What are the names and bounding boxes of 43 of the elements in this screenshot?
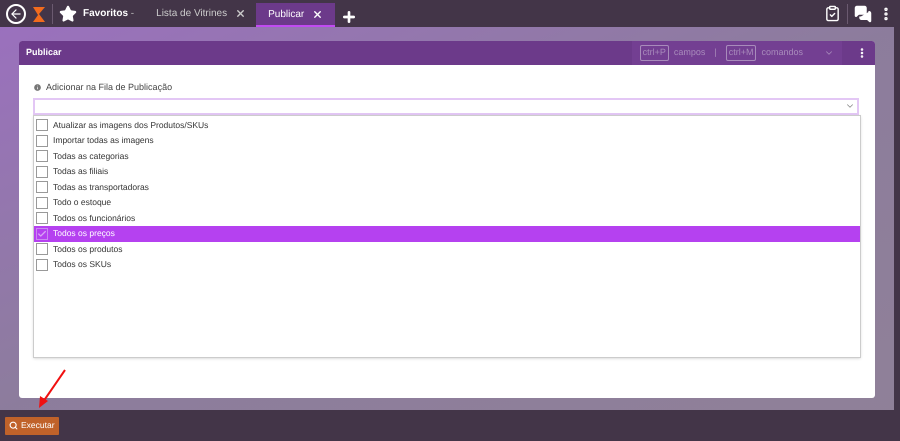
checkbox[interactable]	[36, 134, 48, 147]
shortcut-label: comandos	[761, 46, 803, 60]
close-icon[interactable]	[235, 8, 246, 19]
clipboard-icon[interactable]	[824, 5, 841, 22]
checkbox[interactable]	[36, 212, 48, 224]
checkbox[interactable]	[36, 228, 48, 240]
list-option[interactable]: Todos os preços	[34, 226, 860, 242]
checkbox[interactable]	[36, 166, 48, 178]
tab[interactable]: Lista de Vitrines	[146, 0, 256, 27]
add-tab-icon[interactable]	[341, 8, 358, 24]
list-option[interactable]: Importar todas as imagens	[34, 133, 860, 148]
checkbox[interactable]	[36, 258, 48, 271]
list-option[interactable]: Todos os funcionários	[34, 210, 860, 226]
checkbox[interactable]	[36, 243, 48, 256]
logo-icon[interactable]	[32, 4, 46, 22]
field-label: Adicionar na Fila de Publicação	[46, 81, 172, 94]
list-option[interactable]: Todo o estoque	[34, 195, 860, 210]
list-option[interactable]: Todos os produtos	[34, 242, 860, 257]
favorites-menu[interactable]: Favoritos -	[83, 6, 134, 21]
shortcut-label: campos	[674, 46, 706, 60]
tab[interactable]: Publicar	[256, 3, 336, 27]
star-icon[interactable]	[59, 4, 77, 22]
select-field[interactable]	[33, 98, 859, 114]
info-icon	[33, 83, 42, 92]
shortcut-key: ctrl+M	[726, 45, 756, 61]
list-option[interactable]: Atualizar as imagens dos Produtos/SKUs	[34, 118, 860, 133]
list-option[interactable]: Todas as transportadoras	[34, 180, 860, 195]
search-icon	[9, 421, 18, 430]
list-option[interactable]: Todos os SKUs	[34, 257, 860, 272]
checkbox[interactable]	[36, 181, 48, 194]
arrow-icon	[37, 368, 67, 410]
checkbox[interactable]	[36, 150, 48, 162]
chat-icon[interactable]	[854, 4, 872, 22]
close-icon[interactable]	[312, 8, 324, 20]
shortcut-key: ctrl+P	[640, 45, 669, 61]
panel-title: Publicar	[26, 46, 62, 60]
list-option[interactable]: Todas as categorias	[34, 148, 860, 164]
checkbox[interactable]	[36, 119, 48, 132]
checkbox[interactable]	[36, 196, 48, 209]
separator-text: |	[714, 46, 717, 60]
list-option[interactable]: Todas as filiais	[34, 164, 860, 180]
back-icon[interactable]	[6, 4, 26, 24]
execute-button[interactable]: Executar	[5, 416, 59, 434]
